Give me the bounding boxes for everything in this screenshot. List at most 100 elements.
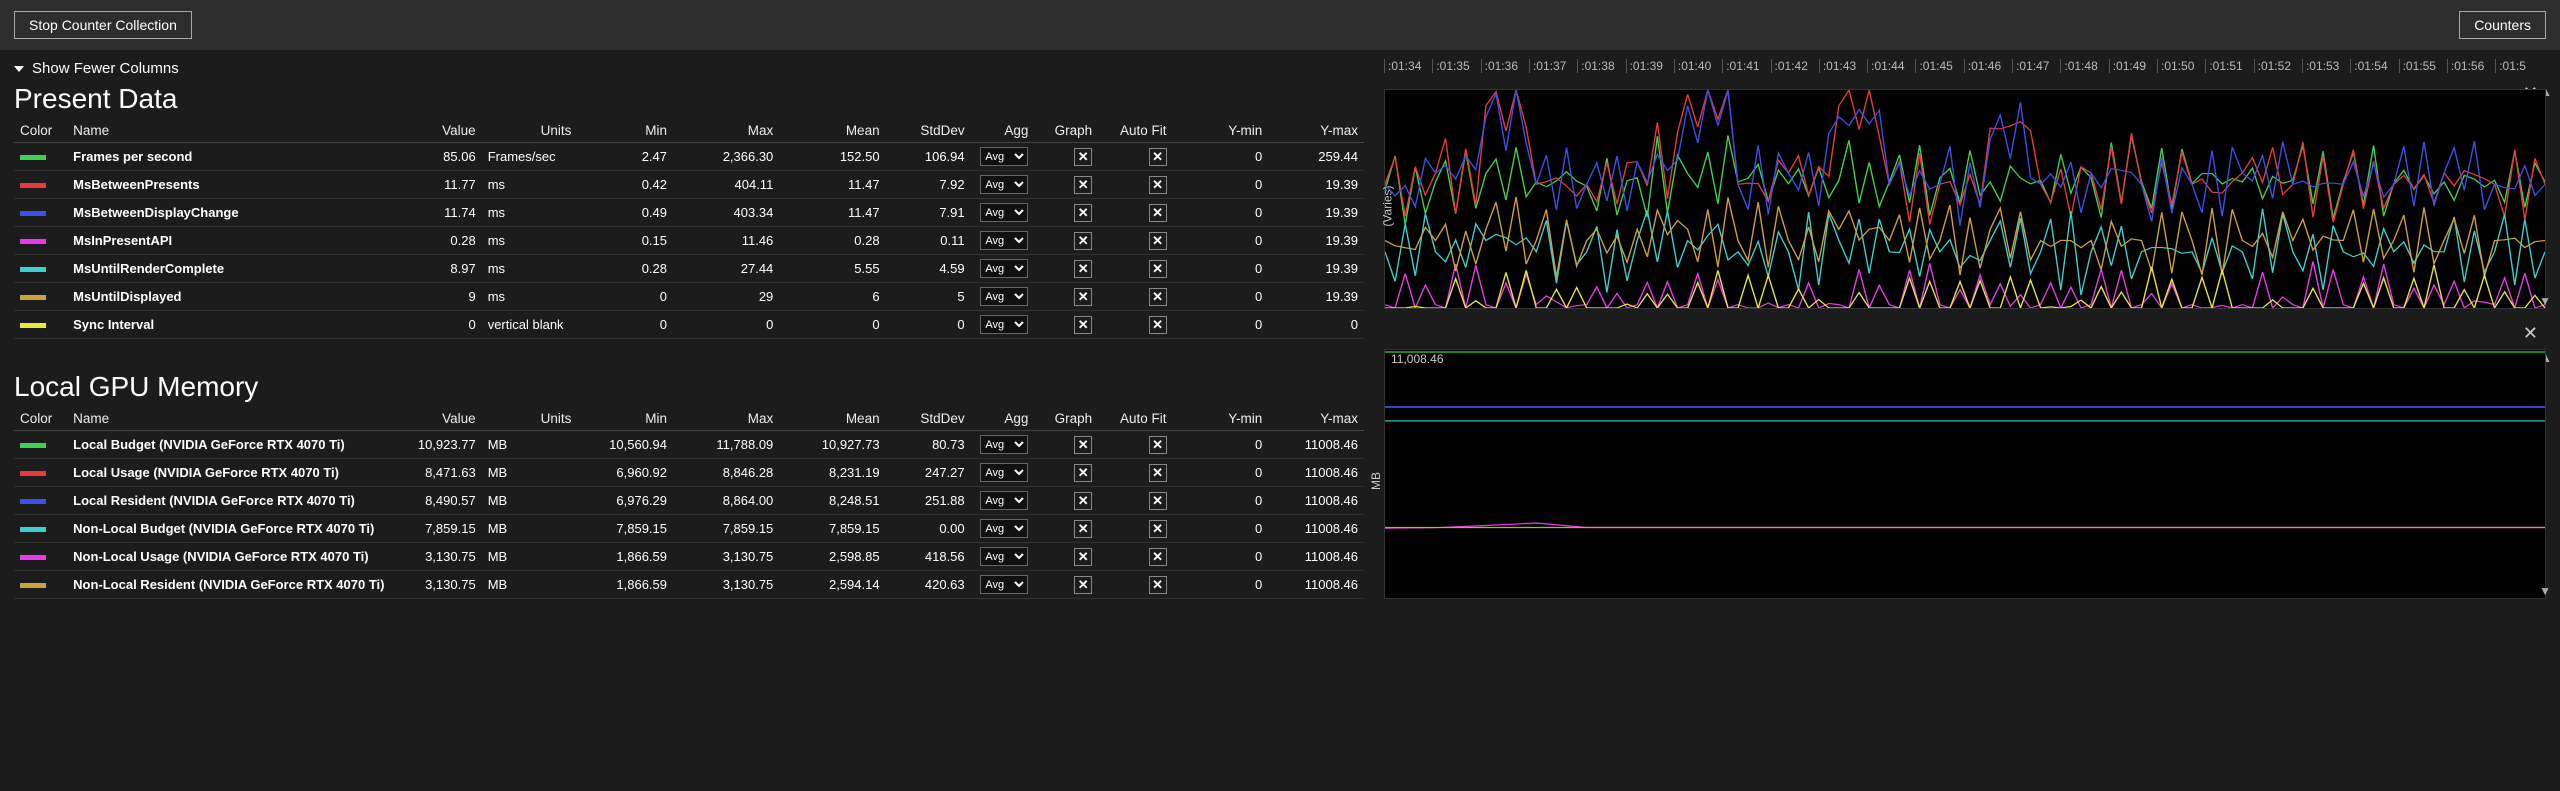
graph-checkbox[interactable]: ✕	[1074, 204, 1092, 222]
autofit-checkbox[interactable]: ✕	[1149, 548, 1167, 566]
col-ymin[interactable]: Y-min	[1173, 407, 1269, 431]
counters-button[interactable]: Counters	[2459, 11, 2546, 39]
col-graph[interactable]: Graph	[1034, 407, 1098, 431]
scroll-down-icon-2[interactable]: ▼	[2537, 582, 2553, 600]
table-row[interactable]: Sync Interval0vertical blank0000Avg✕✕00	[14, 311, 1364, 339]
col-autofit[interactable]: Auto Fit	[1098, 119, 1172, 143]
graph-checkbox[interactable]: ✕	[1074, 316, 1092, 334]
agg-select[interactable]: Avg	[980, 147, 1028, 166]
table-row[interactable]: Frames per second85.06Frames/sec2.472,36…	[14, 143, 1364, 171]
autofit-checkbox[interactable]: ✕	[1149, 148, 1167, 166]
table-row[interactable]: Local Budget (NVIDIA GeForce RTX 4070 Ti…	[14, 431, 1364, 459]
agg-select[interactable]: Avg	[980, 203, 1028, 222]
col-min[interactable]: Min	[577, 407, 673, 431]
autofit-checkbox[interactable]: ✕	[1149, 204, 1167, 222]
table-row[interactable]: Non-Local Budget (NVIDIA GeForce RTX 407…	[14, 515, 1364, 543]
ymin-cell: 0	[1173, 171, 1269, 199]
graph-checkbox[interactable]: ✕	[1074, 260, 1092, 278]
table-row[interactable]: Local Resident (NVIDIA GeForce RTX 4070 …	[14, 487, 1364, 515]
col-units[interactable]: Units	[482, 119, 578, 143]
col-mean[interactable]: Mean	[779, 407, 885, 431]
col-min[interactable]: Min	[577, 119, 673, 143]
agg-select[interactable]: Avg	[980, 519, 1028, 538]
agg-select[interactable]: Avg	[980, 259, 1028, 278]
col-agg[interactable]: Agg	[971, 407, 1035, 431]
agg-select[interactable]: Avg	[980, 547, 1028, 566]
autofit-checkbox[interactable]: ✕	[1149, 520, 1167, 538]
col-value[interactable]: Value	[386, 119, 482, 143]
col-stddev[interactable]: StdDev	[886, 407, 971, 431]
agg-select[interactable]: Avg	[980, 315, 1028, 334]
agg-select[interactable]: Avg	[980, 287, 1028, 306]
graph-checkbox[interactable]: ✕	[1074, 148, 1092, 166]
col-max[interactable]: Max	[673, 407, 779, 431]
autofit-checkbox[interactable]: ✕	[1149, 288, 1167, 306]
col-stddev[interactable]: StdDev	[886, 119, 971, 143]
value-cell: 10,923.77	[386, 431, 482, 459]
color-swatch	[20, 471, 46, 476]
agg-select[interactable]: Avg	[980, 231, 1028, 250]
graph-checkbox[interactable]: ✕	[1074, 576, 1092, 594]
table-row[interactable]: MsUntilRenderComplete8.97ms0.2827.445.55…	[14, 255, 1364, 283]
autofit-checkbox[interactable]: ✕	[1149, 232, 1167, 250]
table-row[interactable]: Non-Local Resident (NVIDIA GeForce RTX 4…	[14, 571, 1364, 599]
autofit-checkbox[interactable]: ✕	[1149, 316, 1167, 334]
time-tick: :01:47	[2012, 59, 2049, 73]
ymax-cell: 19.39	[1268, 171, 1364, 199]
table-row[interactable]: MsUntilDisplayed9ms02965Avg✕✕019.39	[14, 283, 1364, 311]
graph-checkbox[interactable]: ✕	[1074, 436, 1092, 454]
present-data-chart[interactable]: (Varies) ▼	[1384, 89, 2546, 309]
graph-checkbox[interactable]: ✕	[1074, 520, 1092, 538]
table-row[interactable]: Local Usage (NVIDIA GeForce RTX 4070 Ti)…	[14, 459, 1364, 487]
table-row[interactable]: MsInPresentAPI0.28ms0.1511.460.280.11Avg…	[14, 227, 1364, 255]
agg-select[interactable]: Avg	[980, 491, 1028, 510]
autofit-checkbox[interactable]: ✕	[1149, 492, 1167, 510]
graph-checkbox[interactable]: ✕	[1074, 232, 1092, 250]
min-cell: 0	[577, 311, 673, 339]
col-graph[interactable]: Graph	[1034, 119, 1098, 143]
col-name[interactable]: Name	[67, 119, 386, 143]
agg-select[interactable]: Avg	[980, 175, 1028, 194]
gpu-memory-chart[interactable]: 11,008.46 MB ▼	[1384, 349, 2546, 599]
close-chart2-button[interactable]: ✕	[2519, 319, 2542, 348]
stop-counter-collection-button[interactable]: Stop Counter Collection	[14, 11, 192, 39]
value-cell: 0.28	[386, 227, 482, 255]
autofit-checkbox[interactable]: ✕	[1149, 260, 1167, 278]
autofit-checkbox[interactable]: ✕	[1149, 576, 1167, 594]
graph-checkbox[interactable]: ✕	[1074, 548, 1092, 566]
scroll-down-icon[interactable]: ▼	[2537, 292, 2553, 310]
col-ymax[interactable]: Y-max	[1268, 119, 1364, 143]
max-cell: 403.34	[673, 199, 779, 227]
col-ymax[interactable]: Y-max	[1268, 407, 1364, 431]
col-color[interactable]: Color	[14, 119, 67, 143]
graph-checkbox[interactable]: ✕	[1074, 176, 1092, 194]
agg-select[interactable]: Avg	[980, 435, 1028, 454]
graph-checkbox[interactable]: ✕	[1074, 464, 1092, 482]
autofit-checkbox[interactable]: ✕	[1149, 464, 1167, 482]
mean-cell: 6	[779, 283, 885, 311]
table-row[interactable]: MsBetweenPresents11.77ms0.42404.1111.477…	[14, 171, 1364, 199]
table-row[interactable]: Non-Local Usage (NVIDIA GeForce RTX 4070…	[14, 543, 1364, 571]
color-swatch	[20, 323, 46, 328]
col-agg[interactable]: Agg	[971, 119, 1035, 143]
col-units[interactable]: Units	[482, 407, 578, 431]
col-mean[interactable]: Mean	[779, 119, 885, 143]
col-name[interactable]: Name	[67, 407, 386, 431]
col-autofit[interactable]: Auto Fit	[1098, 407, 1172, 431]
col-value[interactable]: Value	[386, 407, 482, 431]
stddev-cell: 7.92	[886, 171, 971, 199]
table-row[interactable]: MsBetweenDisplayChange11.74ms0.49403.341…	[14, 199, 1364, 227]
agg-select[interactable]: Avg	[980, 575, 1028, 594]
chevron-down-icon	[14, 66, 24, 72]
col-ymin[interactable]: Y-min	[1173, 119, 1269, 143]
agg-select[interactable]: Avg	[980, 463, 1028, 482]
graph-checkbox[interactable]: ✕	[1074, 288, 1092, 306]
col-color[interactable]: Color	[14, 407, 67, 431]
time-tick: :01:41	[1722, 59, 1759, 73]
autofit-checkbox[interactable]: ✕	[1149, 436, 1167, 454]
col-max[interactable]: Max	[673, 119, 779, 143]
counter-name: MsBetweenDisplayChange	[67, 199, 386, 227]
graph-checkbox[interactable]: ✕	[1074, 492, 1092, 510]
mean-cell: 11.47	[779, 199, 885, 227]
autofit-checkbox[interactable]: ✕	[1149, 176, 1167, 194]
